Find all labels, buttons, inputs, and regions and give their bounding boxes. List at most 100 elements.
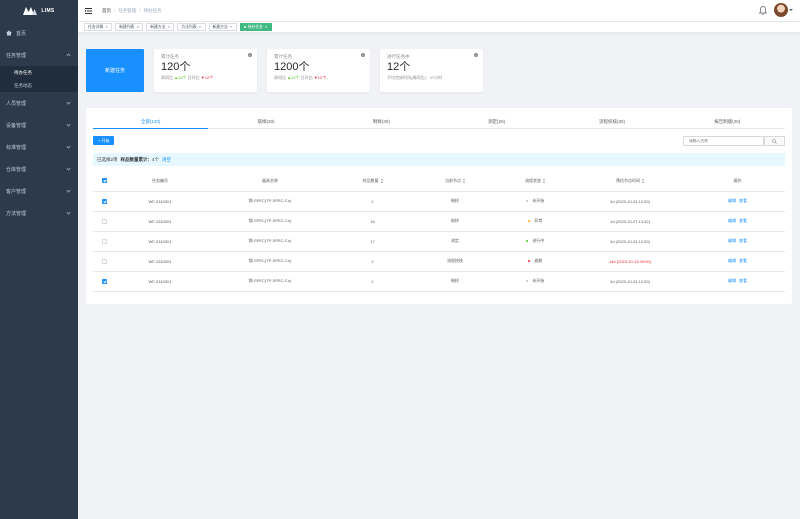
status-cell: 进行中: [500, 231, 570, 252]
stat-card-total: i 累计任务 120个 周同比 ▲12个 日环比 ▼12个: [154, 49, 257, 92]
sample-qty-cell: 16: [335, 211, 410, 232]
status-label: 异常: [534, 218, 543, 223]
close-icon[interactable]: ✕: [265, 25, 268, 29]
search-button[interactable]: [764, 136, 785, 146]
close-icon[interactable]: ✕: [136, 25, 139, 29]
sidebar-item-methods[interactable]: 方法管理: [0, 202, 78, 224]
row-checkbox[interactable]: [101, 278, 107, 284]
sidebar-item-standards[interactable]: 标准管理: [0, 136, 78, 158]
chevron-up-icon: [66, 53, 71, 58]
tag-item[interactable]: 新建列表 ✕: [115, 23, 144, 31]
view-link[interactable]: 查看: [739, 198, 747, 203]
sidebar-item-personnel[interactable]: 人员管理: [0, 92, 78, 114]
new-task-button[interactable]: 新建任务: [86, 49, 144, 92]
tag-item[interactable]: 方法列表 ✕: [177, 23, 206, 31]
view-link[interactable]: 查看: [739, 218, 747, 223]
sidebar-item-customers[interactable]: 客户管理: [0, 180, 78, 202]
instrument-name-cell: 钢-SPEC(TP-SPEC-Cu): [205, 251, 335, 272]
table-row[interactable]: WF-2310001 钢-SPEC(TP-SPEC-Cu) 2 流程校核 逾期 …: [93, 251, 785, 272]
close-icon[interactable]: ✕: [199, 25, 202, 29]
view-link[interactable]: 查看: [739, 238, 747, 243]
column-header-sortable[interactable]: 样品数量: [335, 171, 410, 192]
tag-item[interactable]: 新建方法 ✕: [146, 23, 175, 31]
sort-icon[interactable]: [642, 178, 644, 183]
view-link[interactable]: 查看: [739, 258, 747, 263]
column-header-sortable[interactable]: 预估节点时间: [570, 171, 690, 192]
actions-cell: 编辑 查看: [690, 211, 785, 232]
sidebar-item-task-management[interactable]: 任务管理: [0, 44, 78, 66]
tag-label: 方法列表: [181, 24, 197, 29]
search-input[interactable]: [683, 136, 764, 146]
status-dot-icon: [527, 259, 531, 263]
stat-card-total-2: i 累计任务 1200个 周同比 ▲12个 日环比 ▼12个: [267, 49, 370, 92]
info-icon[interactable]: i: [361, 53, 365, 57]
close-icon[interactable]: ✕: [167, 25, 170, 29]
edit-link[interactable]: 编辑: [728, 278, 736, 283]
tab-review[interactable]: 流程校核(30): [554, 117, 669, 128]
column-label: 任务编号: [152, 177, 168, 183]
info-icon[interactable]: i: [474, 53, 478, 57]
task-table-panel: 全部(120) 取样(20) 制样(30) 测定(20) 流程校核(30) 报告…: [86, 108, 792, 304]
column-header-sortable[interactable]: 当前节点: [410, 171, 500, 192]
stat-row: 新建任务 i 累计任务 120个 周同比 ▲12个 日环比 ▼12个 i 累计任…: [86, 49, 483, 92]
avatar[interactable]: [774, 3, 788, 17]
breadcrumb-home[interactable]: 首页: [102, 8, 111, 14]
sidebar-item-equipment[interactable]: 设备管理: [0, 114, 78, 136]
task-id-cell: WF-2310001: [115, 271, 205, 292]
breadcrumb-task-management[interactable]: 任务管理: [118, 8, 136, 14]
tag-item-active[interactable]: 待办任务 ✕: [239, 23, 272, 31]
start-button[interactable]: + 开始: [93, 136, 115, 145]
logo[interactable]: LIMS: [0, 0, 78, 22]
eta-cell: 14d (2023-10-13 09:00): [570, 251, 690, 272]
clear-selection-link[interactable]: 清空: [162, 157, 171, 163]
sidebar-item-warehouse[interactable]: 仓库管理: [0, 158, 78, 180]
bell-icon[interactable]: [759, 6, 767, 15]
sort-icon[interactable]: [463, 178, 465, 183]
edit-link[interactable]: 编辑: [728, 198, 736, 203]
tab-preparation[interactable]: 制样(30): [324, 117, 439, 128]
tag-label: 任务详情: [88, 24, 104, 29]
view-link[interactable]: 查看: [739, 278, 747, 283]
tag-label: 待办任务: [247, 24, 263, 29]
sort-icon[interactable]: [380, 178, 383, 183]
logo-text: LIMS: [41, 8, 55, 14]
tab-report[interactable]: 报告制版(20): [670, 117, 785, 128]
edit-link[interactable]: 编辑: [728, 238, 736, 243]
sidebar-subitem-todo-tasks[interactable]: 待办任务: [0, 66, 78, 79]
sidebar-subitem-label: 任务动态: [14, 82, 32, 88]
topbar: 首页 / 任务管理 / 待办任务: [78, 0, 800, 22]
tag-item[interactable]: 新建方法 ✕: [208, 23, 237, 31]
tag-item[interactable]: 任务详情 ✕: [84, 23, 113, 31]
sidebar-item-home[interactable]: 首页: [0, 22, 78, 44]
select-all-checkbox[interactable]: [101, 178, 107, 184]
close-icon[interactable]: ✕: [105, 25, 108, 29]
column-header-sortable[interactable]: 流程状态: [500, 171, 570, 192]
sort-icon[interactable]: [543, 178, 545, 183]
chevron-down-icon: [66, 210, 71, 215]
row-checkbox[interactable]: [101, 238, 107, 244]
status-cell: 逾期: [500, 251, 570, 272]
stat-up-value: ▲12个: [287, 75, 300, 80]
table-row[interactable]: WF-2310001 钢-SPEC(TP-SPEC-Cu) 2 制样 未开始 3…: [93, 271, 785, 292]
current-node-cell: 取样: [410, 211, 500, 232]
tab-sampling[interactable]: 取样(20): [208, 117, 323, 128]
status-cell: 未开始: [500, 191, 570, 212]
table-row[interactable]: WF-2310001 钢-SPEC(TP-SPEC-Cu) 17 测定 进行中 …: [93, 231, 785, 252]
row-checkbox[interactable]: [101, 198, 107, 204]
task-id-cell: WF-2310001: [115, 251, 205, 272]
home-icon: [6, 30, 12, 36]
tab-all[interactable]: 全部(120): [93, 117, 209, 129]
edit-link[interactable]: 编辑: [728, 218, 736, 223]
hamburger-icon[interactable]: [85, 7, 92, 14]
edit-link[interactable]: 编辑: [728, 258, 736, 263]
close-icon[interactable]: ✕: [230, 25, 233, 29]
row-checkbox[interactable]: [101, 218, 107, 224]
tab-measurement[interactable]: 测定(20): [439, 117, 554, 128]
info-icon[interactable]: i: [248, 53, 252, 57]
caret-down-icon[interactable]: [789, 9, 793, 11]
header-checkbox-cell: [93, 171, 115, 192]
sidebar-subitem-task-dynamics[interactable]: 任务动态: [0, 79, 78, 92]
table-row[interactable]: WF-2310001 钢-SPEC(TP-SPEC-Cu) 2 制样 未开始 3…: [93, 191, 785, 212]
row-checkbox[interactable]: [101, 258, 107, 264]
table-row[interactable]: WF-2310001 钢-SPEC(TP-SPEC-Cu) 16 取样 异常 1…: [93, 211, 785, 232]
